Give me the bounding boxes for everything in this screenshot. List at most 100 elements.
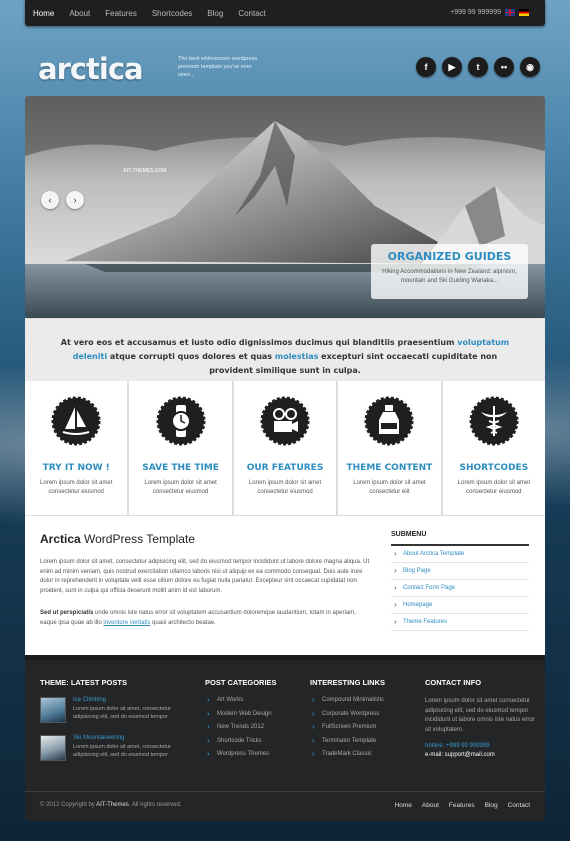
inventore-link[interactable]: inventore veritatis xyxy=(103,620,150,626)
footer-categories: POST CATEGORIES Art Works Modern Web Des… xyxy=(205,678,300,765)
category-link[interactable]: New Trends 2012 xyxy=(205,722,300,731)
uk-flag-icon[interactable] xyxy=(505,9,515,16)
intro-text-a: At vero eos et accusamus et iusto odio d… xyxy=(60,338,458,347)
para2-bold: Sed ut perspiciatis xyxy=(40,610,94,616)
social-icons: f ▶ t •• ◉ xyxy=(416,57,540,77)
feature-box[interactable]: THEME CONTENT Lorem ipsum dolor sit amet… xyxy=(338,381,441,515)
slide-caption[interactable]: ORGANIZED GUIDES Hiking Accommodations i… xyxy=(371,244,528,299)
camera-icon xyxy=(260,396,310,446)
intro-text-b: atque corrupti quos dolores et quas xyxy=(107,352,275,361)
copyright-brand[interactable]: AIT-Themes xyxy=(96,802,129,808)
intro-highlight-b: molestias xyxy=(274,352,319,361)
feature-title: TRY IT NOW ! xyxy=(42,463,110,473)
interesting-link[interactable]: Corporate Wordpress xyxy=(310,709,410,718)
feature-box[interactable]: TRY IT NOW ! Lorem ipsum dolor sit amet … xyxy=(25,381,128,515)
footer-nav-about[interactable]: About xyxy=(422,802,439,809)
submenu-item[interactable]: About Arctica Template xyxy=(391,546,529,563)
interesting-link[interactable]: TradeMark Classic xyxy=(310,749,410,758)
watch-icon xyxy=(156,396,206,446)
hero-slider: AIT-THEMES.COM ORGANIZED GUIDES Hiking A… xyxy=(25,96,545,318)
nav-shortcodes[interactable]: Shortcodes xyxy=(152,9,192,18)
footer-heading: INTERESTING LINKS xyxy=(310,678,386,687)
nav-contact[interactable]: Contact xyxy=(238,9,266,18)
feature-title: THEME CONTENT xyxy=(346,463,433,473)
footer-post[interactable]: Ski Mountaineering Lorem ipsum dolor sit… xyxy=(40,735,190,761)
youtube-icon[interactable]: ▶ xyxy=(442,57,462,77)
nav-about[interactable]: About xyxy=(69,9,90,18)
interesting-link[interactable]: FullScreen Premium xyxy=(310,722,410,731)
slide-caption-title: ORGANIZED GUIDES xyxy=(387,250,512,263)
nav-home[interactable]: Home xyxy=(33,9,54,18)
top-navigation-bar: Home About Features Shortcodes Blog Cont… xyxy=(25,0,545,26)
nav-features[interactable]: Features xyxy=(105,9,137,18)
feature-box[interactable]: OUR FEATURES Lorem ipsum dolor sit amet … xyxy=(233,381,337,515)
feature-desc: Lorem ipsum dolor sit amet consectetur e… xyxy=(40,480,113,495)
interesting-link[interactable]: Terminator Template xyxy=(310,736,410,745)
footer-heading: THEME: LATEST POSTS xyxy=(40,678,127,687)
twitter-icon[interactable]: t xyxy=(468,57,488,77)
para2-text-b: quasi architecto beatae. xyxy=(150,619,216,626)
feature-title: SHORTCODES xyxy=(459,463,529,473)
de-flag-icon[interactable] xyxy=(519,9,529,16)
post-title[interactable]: Ice Climbing xyxy=(73,697,190,703)
footer-nav-features[interactable]: Features xyxy=(449,802,475,809)
bottle-icon xyxy=(364,396,414,446)
slider-prev-button[interactable]: ‹ xyxy=(41,191,59,209)
post-thumbnail[interactable] xyxy=(40,697,66,723)
post-excerpt: Lorem ipsum dolor sit amet, consectetur … xyxy=(73,706,171,720)
submenu-item[interactable]: Contact Form Page xyxy=(391,580,529,597)
footer-post[interactable]: Ice Climbing Lorem ipsum dolor sit amet,… xyxy=(40,697,190,723)
page-title-rest: WordPress Template xyxy=(80,532,195,546)
feature-desc: Lorem ipsum dolor sit amet consectetur e… xyxy=(248,480,322,495)
post-thumbnail[interactable] xyxy=(40,735,66,761)
feature-box[interactable]: SHORTCODES Lorem ipsum dolor sit amet co… xyxy=(442,381,546,515)
slider-next-button[interactable]: › xyxy=(66,191,84,209)
submenu-item[interactable]: Homepage xyxy=(391,597,529,614)
copyright: © 2012 Copyright by AIT-Themes. All righ… xyxy=(40,802,182,808)
contact-text: Lorem ipsum dolor sit amet consectetur a… xyxy=(425,698,535,733)
submenu-item[interactable]: Theme Features xyxy=(391,614,529,631)
intro-text: At vero eos et accusamus et iusto odio d… xyxy=(25,318,545,381)
feature-desc: Lorem ipsum dolor sit amet consectetur e… xyxy=(353,480,426,495)
main-content: Arctica WordPress Template Lorem ipsum d… xyxy=(25,515,545,655)
site-logo[interactable]: arctica xyxy=(38,52,144,86)
category-link[interactable]: Shortcode Tricks xyxy=(205,736,300,745)
footer-nav: Home About Features Blog Contact xyxy=(395,802,530,809)
nav-blog[interactable]: Blog xyxy=(207,9,223,18)
footer-nav-blog[interactable]: Blog xyxy=(485,802,498,809)
footer-nav-contact[interactable]: Contact xyxy=(508,802,530,809)
header-phone: +999 99 999999 xyxy=(450,9,501,16)
footer-heading: CONTACT INFO xyxy=(425,678,482,687)
slide-caption-text: Hiking Accommodations in New Zealand: al… xyxy=(382,269,517,284)
category-link[interactable]: Art Works xyxy=(205,695,300,704)
contact-hotline: hotline: +999 99 999999 xyxy=(425,743,490,749)
feature-desc: Lorem ipsum dolor sit amet consectetur e… xyxy=(144,480,217,495)
feature-box[interactable]: SAVE THE TIME Lorem ipsum dolor sit amet… xyxy=(129,381,232,515)
facebook-icon[interactable]: f xyxy=(416,57,436,77)
main-menu: Home About Features Shortcodes Blog Cont… xyxy=(33,0,281,26)
site-tagline: The best whitescreen wordpress premium t… xyxy=(178,56,258,78)
footer-links: INTERESTING LINKS Compound Minimalistic … xyxy=(310,678,410,765)
category-link[interactable]: Wordpress Themes xyxy=(205,749,300,758)
rss-icon[interactable]: ◉ xyxy=(520,57,540,77)
contact-email[interactable]: e-mail: support@mail.com xyxy=(425,752,535,758)
content-paragraph: Lorem ipsum dolor sit amet, consectetur … xyxy=(40,559,370,594)
category-link[interactable]: Modern Web Design xyxy=(205,709,300,718)
footer-latest-posts: THEME: LATEST POSTS Ice Climbing Lorem i… xyxy=(40,678,190,773)
caduceus-icon xyxy=(469,396,519,446)
feature-title: SAVE THE TIME xyxy=(142,463,219,473)
footer-nav-home[interactable]: Home xyxy=(395,802,412,809)
submenu: SUBMENU About Arctica Template Blog Page… xyxy=(391,531,529,631)
feature-boxes: TRY IT NOW ! Lorem ipsum dolor sit amet … xyxy=(25,381,546,515)
post-title[interactable]: Ski Mountaineering xyxy=(73,735,190,741)
copyright-suffix: . All rights reserved. xyxy=(128,802,182,808)
flickr-icon[interactable]: •• xyxy=(494,57,514,77)
copyright-prefix: © 2012 Copyright by xyxy=(40,802,97,808)
submenu-item[interactable]: Blog Page xyxy=(391,563,529,580)
windsurf-icon xyxy=(51,396,101,446)
footer-bottom-bar: © 2012 Copyright by AIT-Themes. All righ… xyxy=(25,791,545,821)
interesting-link[interactable]: Compound Minimalistic xyxy=(310,695,410,704)
footer-contact: CONTACT INFO Lorem ipsum dolor sit amet … xyxy=(425,678,535,758)
submenu-heading: SUBMENU xyxy=(391,531,529,546)
footer-heading: POST CATEGORIES xyxy=(205,678,277,687)
